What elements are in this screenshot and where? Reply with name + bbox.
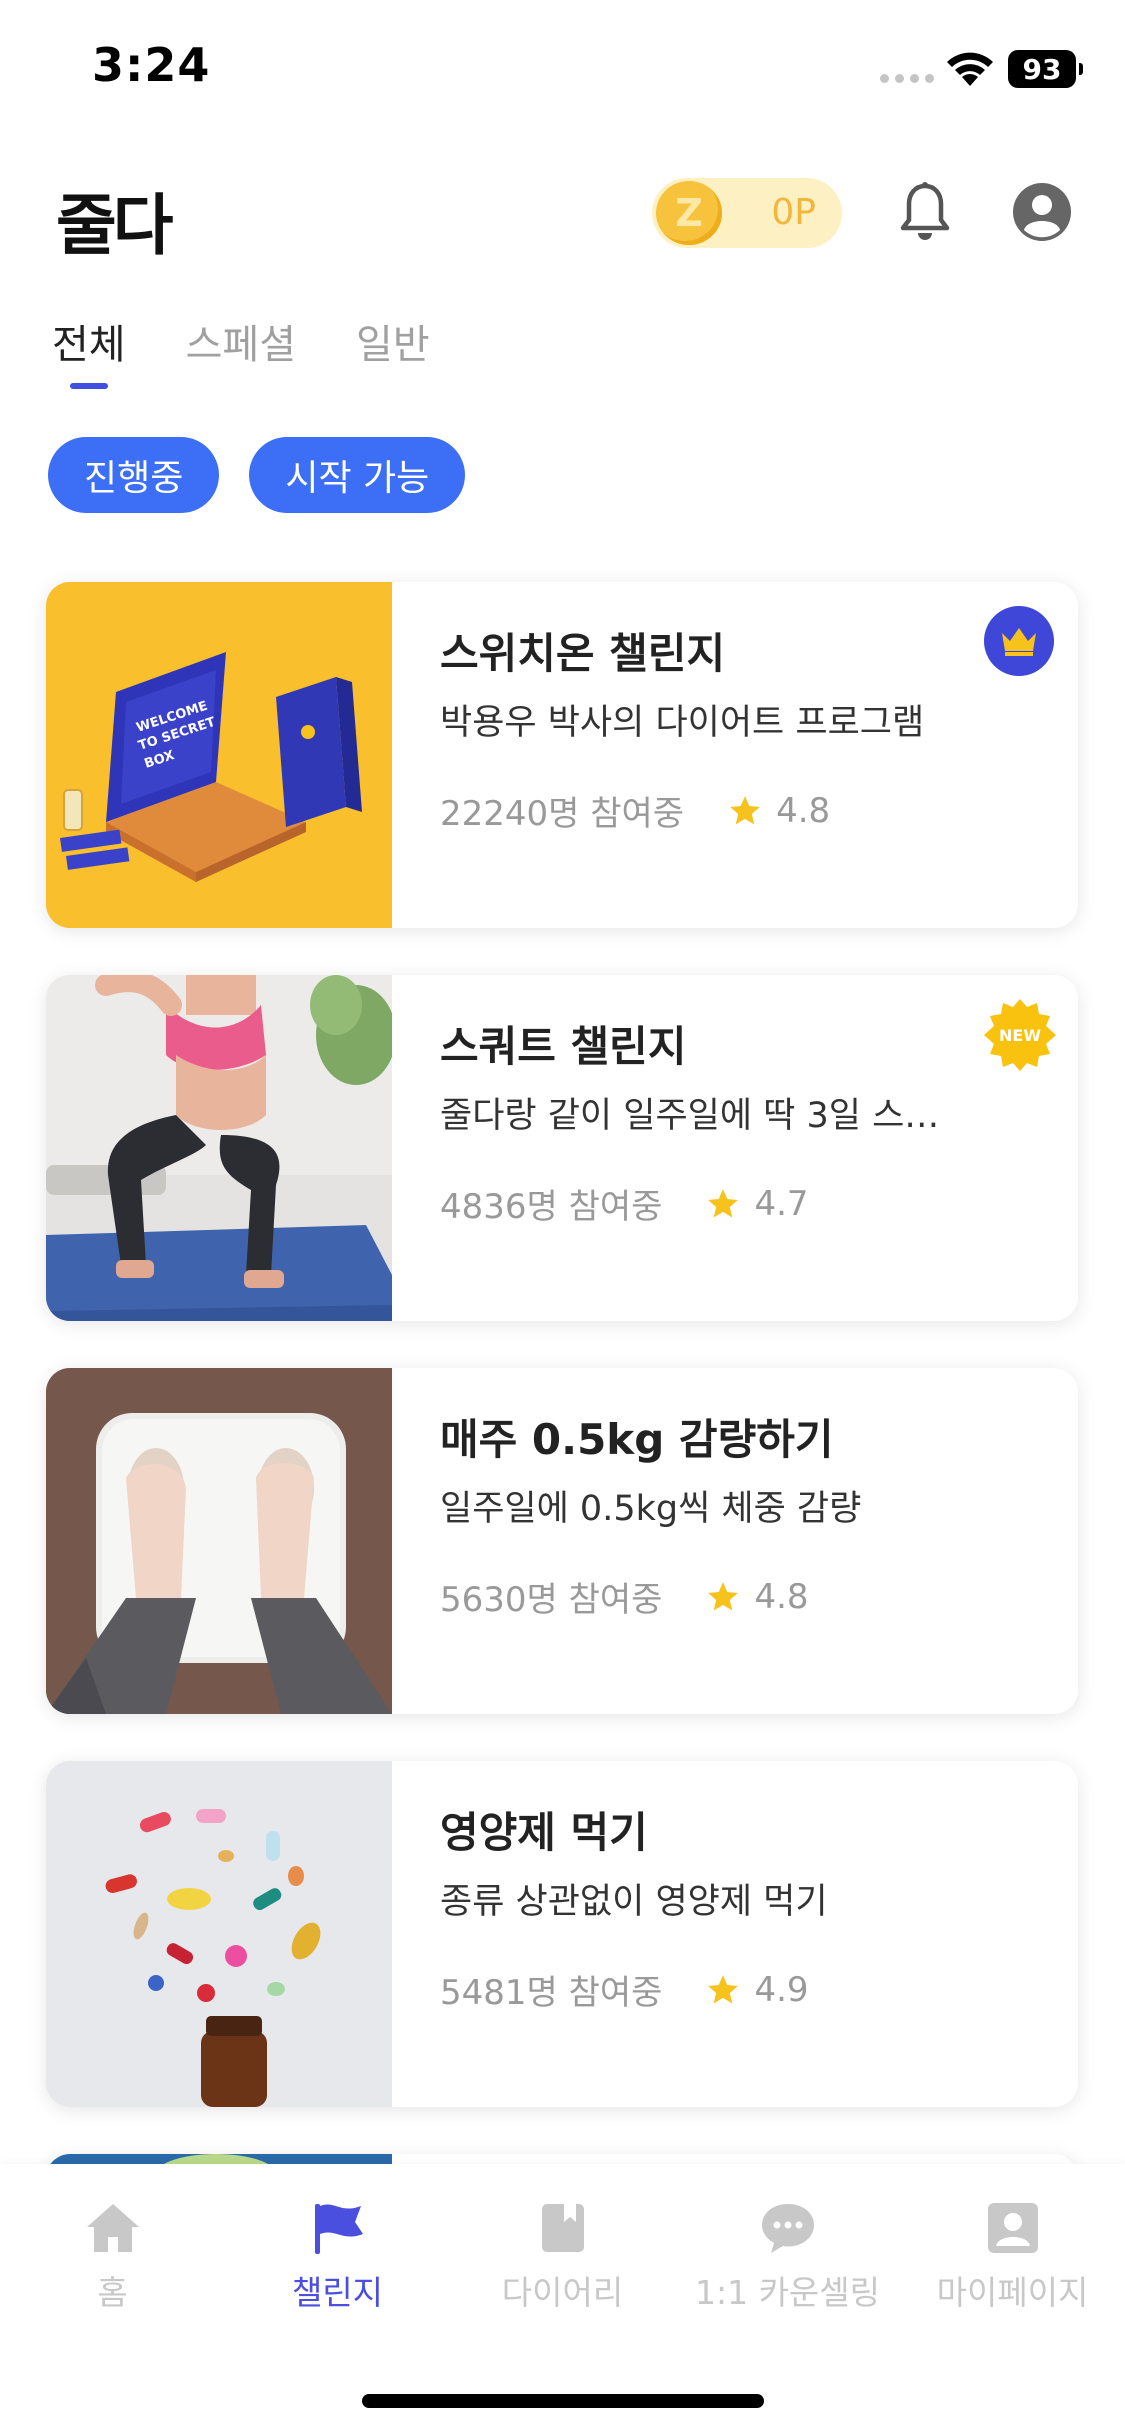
nav-label: 마이페이지 [936, 2273, 1089, 2312]
card-description: 박용우 박사의 다이어트 프로그램 [440, 703, 925, 743]
card-meta: 5630명 참여중 4.8 [440, 1572, 809, 1621]
card-meta: 5481명 참여중 4.9 [440, 1965, 809, 2014]
profile-icon[interactable] [1012, 182, 1072, 242]
card-title: 영양제 먹기 [440, 1808, 648, 1857]
star-icon [708, 1581, 739, 1610]
nav-counseling[interactable]: 1:1 카운셀링 [675, 2200, 900, 2314]
filter-in-progress[interactable]: 진행중 [48, 437, 220, 513]
new-badge-text: NEW [999, 1026, 1041, 1045]
filter-chips: 진행중 시작 가능 [48, 437, 466, 513]
rating-value: 4.8 [776, 790, 831, 831]
coin-icon: Z [656, 181, 722, 245]
user-icon [987, 2203, 1038, 2253]
card-title: 스위치온 챌린지 [440, 629, 726, 678]
participant-count: 22240명 참여중 [440, 794, 685, 834]
new-badge: NEW [984, 999, 1056, 1071]
nav-mypage[interactable]: 마이페이지 [900, 2200, 1125, 2314]
card-title: 스쿼트 챌린지 [440, 1022, 687, 1071]
tab-special[interactable]: 스페셜 [186, 312, 296, 370]
supplements-photo [46, 1761, 392, 2107]
home-indicator [362, 2394, 764, 2408]
card-meta: 22240명 참여중 4.8 [440, 786, 830, 835]
nav-challenge[interactable]: 챌린지 [225, 2200, 450, 2314]
card-description: 줄다랑 같이 일주일에 딱 3일 스… [440, 1096, 940, 1136]
star-icon [730, 795, 760, 824]
status-time: 3:24 [92, 38, 211, 92]
nav-diary[interactable]: 다이어리 [450, 2200, 675, 2314]
card-description: 종류 상관없이 영양제 먹기 [440, 1882, 828, 1922]
app-logo: 줄다 [56, 187, 173, 264]
crown-icon [984, 606, 1054, 676]
participant-count: 4836명 참여중 [440, 1187, 663, 1227]
chat-icon [761, 2204, 814, 2253]
wifi-icon [947, 52, 993, 86]
status-bar: 3:24 93 [0, 0, 1125, 140]
switch-on-box-photo: WELCOME TO SECRET BOX [46, 582, 392, 928]
category-tabs: 전체 스페셜 일반 [52, 312, 430, 370]
participant-count: 5481명 참여중 [440, 1973, 663, 2013]
challenge-card-weight-loss[interactable]: 매주 0.5kg 감량하기 일주일에 0.5kg씩 체중 감량 5630명 참여… [46, 1368, 1078, 1714]
nav-label: 다이어리 [501, 2273, 624, 2312]
star-icon [708, 1974, 739, 2003]
card-title: 매주 0.5kg 감량하기 [440, 1415, 834, 1464]
card-meta: 4836명 참여중 4.7 [440, 1179, 809, 1228]
challenge-card-supplements[interactable]: 영양제 먹기 종류 상관없이 영양제 먹기 5481명 참여중 4.9 [46, 1761, 1078, 2107]
nav-label: 1:1 카운셀링 [694, 2273, 881, 2312]
points-button[interactable]: Z 0P [652, 178, 842, 248]
nav-label: 홈 [97, 2273, 128, 2312]
home-icon [86, 2204, 139, 2252]
nav-label: 챌린지 [291, 2273, 384, 2312]
participant-count: 5630명 참여중 [440, 1580, 663, 1620]
rating-value: 4.7 [754, 1183, 809, 1224]
cellular-signal-icon [880, 74, 934, 83]
diary-icon [541, 2204, 584, 2252]
challenge-card-squat[interactable]: 스쿼트 챌린지 줄다랑 같이 일주일에 딱 3일 스… 4836명 참여중 4.… [46, 975, 1078, 1321]
tab-general[interactable]: 일반 [356, 312, 430, 370]
active-tab-indicator [70, 383, 108, 389]
challenge-card-switch-on[interactable]: WELCOME TO SECRET BOX 스위치온 챌린지 박용우 박사의 다… [46, 582, 1078, 928]
rating-value: 4.9 [754, 1969, 809, 2010]
tab-all[interactable]: 전체 [52, 312, 126, 370]
battery-icon: 93 [1008, 50, 1083, 88]
rating-value: 4.8 [754, 1576, 809, 1617]
bell-icon[interactable] [898, 182, 952, 244]
nav-home[interactable]: 홈 [0, 2200, 225, 2314]
star-icon [708, 1188, 739, 1217]
flag-icon [314, 2204, 363, 2254]
squat-photo [46, 975, 392, 1321]
scale-photo [46, 1368, 392, 1714]
filter-startable[interactable]: 시작 가능 [249, 437, 466, 513]
points-value: 0P [771, 192, 816, 233]
card-description: 일주일에 0.5kg씩 체중 감량 [440, 1489, 862, 1529]
